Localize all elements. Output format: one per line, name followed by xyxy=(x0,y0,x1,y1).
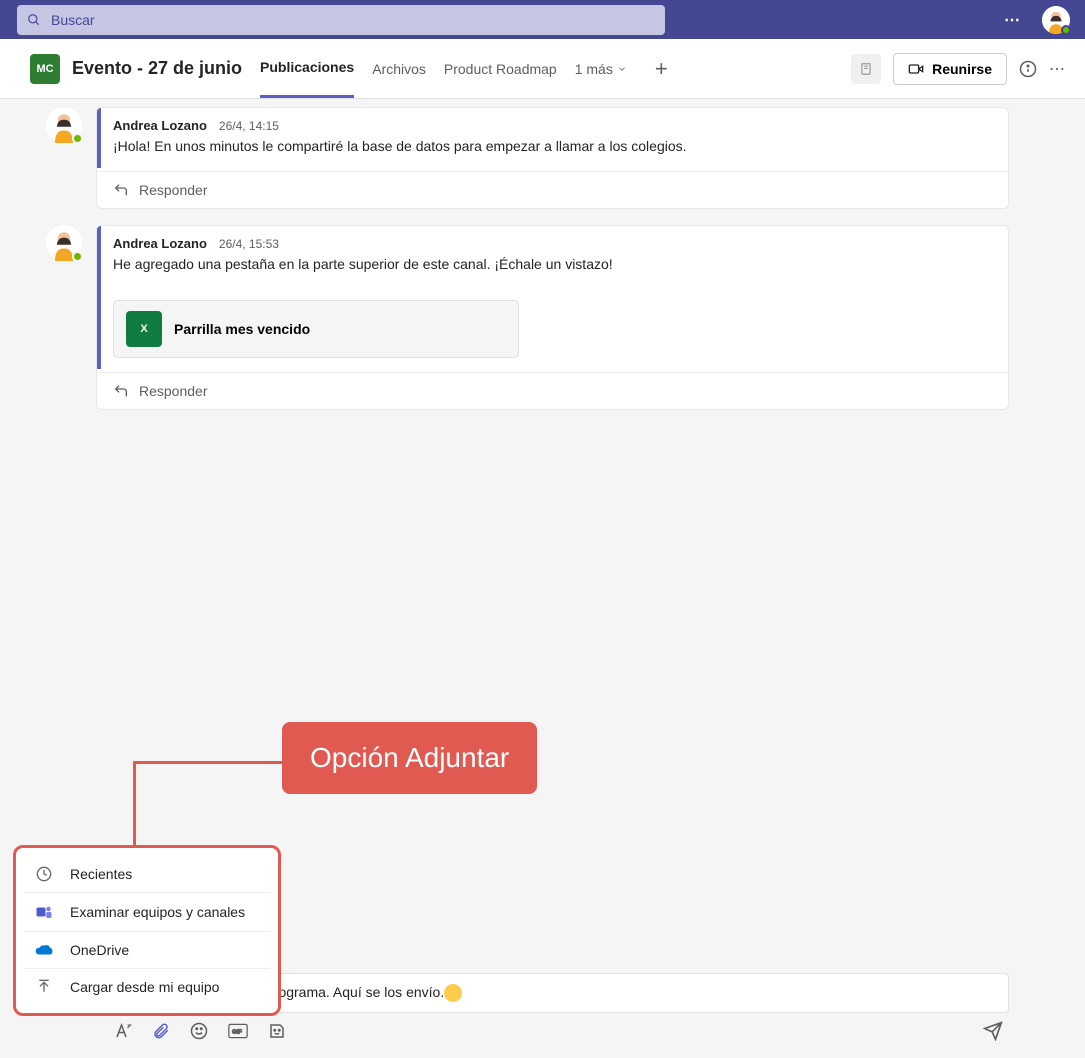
tab-publicaciones[interactable]: Publicaciones xyxy=(260,39,354,98)
reply-button[interactable]: Responder xyxy=(97,372,1008,409)
presence-indicator xyxy=(1061,25,1071,35)
onedrive-icon xyxy=(34,944,54,956)
emoji-heart-eyes xyxy=(444,984,462,1002)
content-area: Andrea Lozano 26/4, 14:15 ¡Hola! En unos… xyxy=(0,99,1085,1058)
presence-indicator xyxy=(72,251,83,262)
video-icon xyxy=(908,61,924,77)
post-card: Andrea Lozano 26/4, 15:53 He agregado un… xyxy=(96,225,1009,411)
callout-label: Opción Adjuntar xyxy=(282,722,537,794)
reply-icon xyxy=(113,383,129,399)
post-body: He agregado una pestaña en la parte supe… xyxy=(97,251,1008,289)
post-author: Andrea Lozano xyxy=(113,118,207,133)
send-button[interactable] xyxy=(983,1021,1003,1046)
attach-onedrive[interactable]: OneDrive xyxy=(24,932,270,969)
post: Andrea Lozano 26/4, 15:53 He agregado un… xyxy=(46,225,1085,411)
more-options-icon[interactable]: ⋯ xyxy=(1004,10,1022,30)
upload-icon xyxy=(34,979,54,995)
chevron-down-icon xyxy=(617,64,627,74)
channel-avatar: MC xyxy=(30,54,60,84)
callout-connector xyxy=(133,761,283,764)
title-bar: Buscar ⋯ xyxy=(0,0,1085,39)
channel-more-icon[interactable]: ⋯ xyxy=(1049,59,1067,79)
post-card: Andrea Lozano 26/4, 14:15 ¡Hola! En unos… xyxy=(96,107,1009,209)
presence-indicator xyxy=(72,133,83,144)
search-placeholder: Buscar xyxy=(51,12,95,28)
search-icon xyxy=(27,13,41,27)
reply-icon xyxy=(113,182,129,198)
post-avatar[interactable] xyxy=(46,107,82,143)
org-box-icon[interactable] xyxy=(851,54,881,84)
post-avatar[interactable] xyxy=(46,225,82,261)
post: Andrea Lozano 26/4, 14:15 ¡Hola! En unos… xyxy=(46,107,1085,209)
channel-title: Evento - 27 de junio xyxy=(72,58,242,79)
svg-text:GIF: GIF xyxy=(232,1030,242,1036)
attach-upload[interactable]: Cargar desde mi equipo xyxy=(24,969,270,1005)
user-avatar[interactable] xyxy=(1042,6,1070,34)
attach-icon[interactable] xyxy=(152,1022,170,1045)
post-timestamp: 26/4, 14:15 xyxy=(219,119,279,133)
teams-icon xyxy=(34,903,54,921)
composer-toolbar: GIF xyxy=(100,1021,1009,1046)
search-input[interactable]: Buscar xyxy=(17,5,665,35)
attachment-title: Parrilla mes vencido xyxy=(174,321,310,337)
post-body: ¡Hola! En unos minutos le compartiré la … xyxy=(97,133,1008,171)
attach-recent[interactable]: Recientes xyxy=(24,856,270,893)
meet-button[interactable]: Reunirse xyxy=(893,53,1007,85)
channel-tabs: Publicaciones Archivos Product Roadmap 1… xyxy=(260,39,668,98)
post-author: Andrea Lozano xyxy=(113,236,207,251)
attach-browse-teams[interactable]: Examinar equipos y canales xyxy=(24,893,270,932)
format-icon[interactable] xyxy=(114,1022,132,1045)
info-icon[interactable] xyxy=(1019,60,1037,78)
attach-menu: Recientes Examinar equipos y canales One… xyxy=(13,845,281,1016)
tab-more[interactable]: 1 más xyxy=(575,61,627,77)
tab-product-roadmap[interactable]: Product Roadmap xyxy=(444,39,557,98)
reply-button[interactable]: Responder xyxy=(97,171,1008,208)
post-timestamp: 26/4, 15:53 xyxy=(219,237,279,251)
clock-icon xyxy=(34,866,54,882)
gif-icon[interactable]: GIF xyxy=(228,1023,248,1044)
sticker-icon[interactable] xyxy=(268,1022,286,1045)
attachment-card[interactable]: X Parrilla mes vencido xyxy=(113,300,519,358)
emoji-icon[interactable] xyxy=(190,1022,208,1045)
channel-header: MC Evento - 27 de junio Publicaciones Ar… xyxy=(0,39,1085,99)
tab-archivos[interactable]: Archivos xyxy=(372,39,426,98)
excel-icon: X xyxy=(126,311,162,347)
add-tab-button[interactable]: + xyxy=(655,56,668,82)
